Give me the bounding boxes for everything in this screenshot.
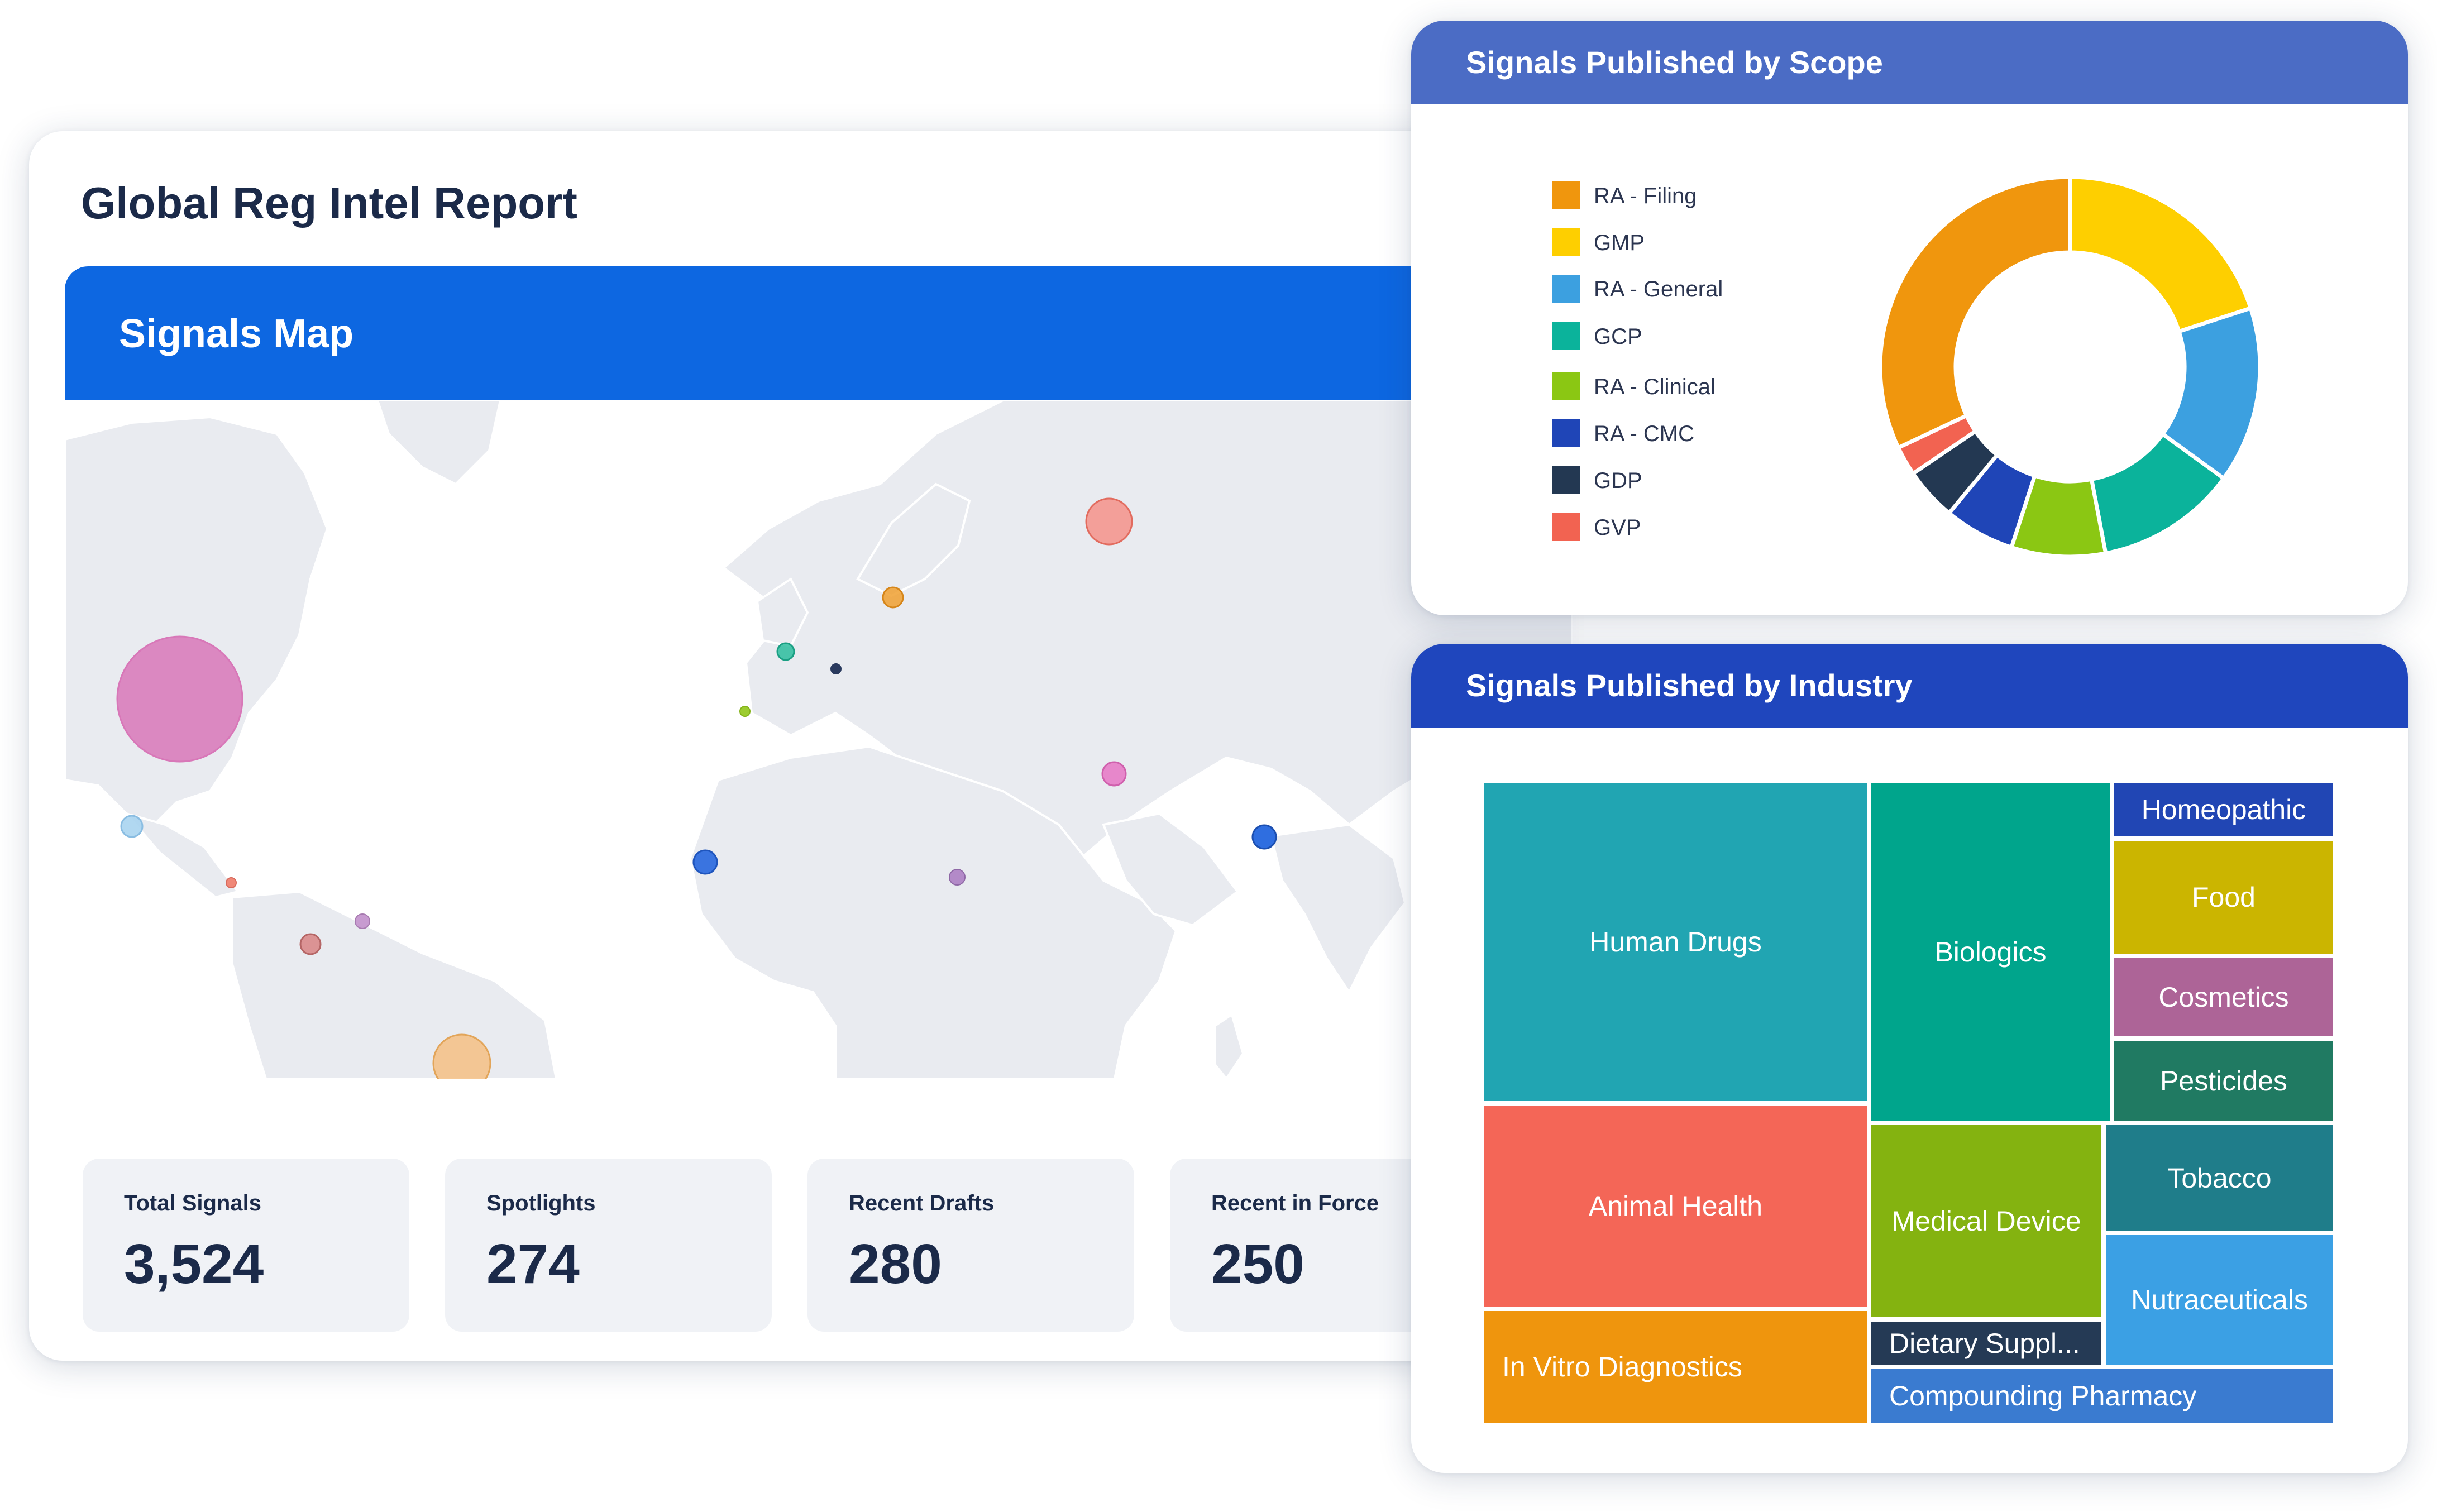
tile-label: Medical Device	[1891, 1205, 2081, 1237]
tile-compounding-pharmacy[interactable]: Compounding Pharmacy	[1869, 1367, 2335, 1425]
legend-swatch	[1552, 181, 1580, 209]
stat-label: Spotlights	[486, 1191, 596, 1216]
signals-map-panel: Signals Map	[65, 266, 1573, 1079]
legend-swatch	[1552, 419, 1580, 447]
tile-label: Compounding Pharmacy	[1889, 1380, 2197, 1411]
tile-label: Nutraceuticals	[2131, 1284, 2308, 1315]
tile-label: Pesticides	[2160, 1065, 2287, 1097]
map-marker-india[interactable]	[1251, 824, 1277, 850]
map-marker-poland[interactable]	[882, 586, 904, 609]
scope-card-title: Signals Published by Scope	[1466, 45, 1883, 80]
legend-label: RA - Clinical	[1594, 375, 1716, 399]
legend-swatch	[1552, 322, 1580, 350]
stat-label: Recent Drafts	[849, 1191, 995, 1216]
map-marker-central-africa[interactable]	[949, 869, 966, 886]
tile-label: In Vitro Diagnostics	[1502, 1351, 1742, 1382]
world-map[interactable]	[65, 400, 1573, 1079]
tile-label: Animal Health	[1588, 1190, 1763, 1222]
tile-cosmetics[interactable]: Cosmetics	[2112, 956, 2335, 1039]
stat-label: Recent in Force	[1211, 1191, 1379, 1216]
legend-label: GDP	[1594, 468, 1642, 493]
tile-food[interactable]: Food	[2112, 839, 2335, 956]
scope-donut-chart[interactable]	[1869, 166, 2271, 568]
stat-value: 274	[486, 1233, 580, 1295]
legend-swatch	[1552, 228, 1580, 256]
stat-value: 3,524	[124, 1233, 264, 1295]
tile-in-vitro-diagnostics[interactable]: In Vitro Diagnostics	[1482, 1309, 1869, 1425]
legend-swatch	[1552, 275, 1580, 303]
stat-total-signals[interactable]: Total Signals 3,524	[83, 1159, 409, 1332]
stat-value: 280	[849, 1233, 942, 1295]
donut-slice-gmp[interactable]	[2068, 175, 2253, 334]
donut-slice-ra-filing[interactable]	[1878, 175, 2072, 451]
industry-card-header: Signals Published by Industry	[1411, 644, 2408, 728]
scope-card: Signals Published by Scope RA - Filing G…	[1411, 21, 2408, 615]
map-marker-mexico[interactable]	[120, 815, 144, 838]
legend-swatch	[1552, 372, 1580, 400]
map-marker-russia[interactable]	[1085, 497, 1133, 546]
map-marker-colombia[interactable]	[299, 933, 322, 955]
tile-label: Homeopathic	[2141, 794, 2306, 825]
map-marker-spain[interactable]	[739, 706, 751, 717]
tile-animal-health[interactable]: Animal Health	[1482, 1103, 1869, 1309]
stat-spotlights[interactable]: Spotlights 274	[445, 1159, 772, 1332]
tile-dietary-supplements[interactable]: Dietary Suppl...	[1869, 1319, 2104, 1367]
scope-card-header: Signals Published by Scope	[1411, 21, 2408, 104]
tile-biologics[interactable]: Biologics	[1869, 781, 2112, 1123]
tile-pesticides[interactable]: Pesticides	[2112, 1039, 2335, 1123]
tile-label: Human Drugs	[1589, 926, 1762, 958]
map-marker-central-america[interactable]	[226, 877, 237, 888]
tile-label: Biologics	[1934, 936, 2047, 968]
legend-label: RA - General	[1594, 277, 1723, 302]
stat-recent-drafts[interactable]: Recent Drafts 280	[807, 1159, 1134, 1332]
tile-human-drugs[interactable]: Human Drugs	[1482, 781, 1869, 1103]
industry-card: Signals Published by Industry Human Drug…	[1411, 644, 2408, 1473]
legend-label: GVP	[1594, 515, 1641, 540]
signals-map-header: Signals Map	[65, 266, 1573, 400]
map-marker-north-america[interactable]	[116, 635, 243, 763]
legend-label: RA - CMC	[1594, 422, 1694, 446]
map-marker-france[interactable]	[776, 642, 795, 661]
map-marker-italy[interactable]	[830, 663, 842, 674]
tile-nutraceuticals[interactable]: Nutraceuticals	[2104, 1233, 2335, 1367]
legend-label: RA - Filing	[1594, 184, 1697, 208]
tile-homeopathic[interactable]: Homeopathic	[2112, 781, 2335, 839]
tile-label: Tobacco	[2167, 1162, 2272, 1194]
map-marker-iran[interactable]	[1101, 761, 1127, 787]
stat-value: 250	[1211, 1233, 1304, 1295]
map-marker-west-africa[interactable]	[692, 849, 718, 875]
signals-map-title: Signals Map	[119, 312, 354, 356]
tile-label: Dietary Suppl...	[1889, 1327, 2080, 1359]
page-title: Global Reg Intel Report	[81, 178, 577, 228]
stat-label: Total Signals	[124, 1191, 261, 1216]
industry-card-title: Signals Published by Industry	[1466, 668, 1913, 703]
legend-swatch	[1552, 466, 1580, 494]
legend-label: GCP	[1594, 324, 1642, 349]
legend-label: GMP	[1594, 231, 1645, 255]
tile-medical-device[interactable]: Medical Device	[1869, 1123, 2104, 1319]
tile-tobacco[interactable]: Tobacco	[2104, 1123, 2335, 1233]
map-marker-venezuela[interactable]	[355, 913, 370, 929]
tile-label: Food	[2192, 882, 2256, 913]
tile-label: Cosmetics	[2158, 982, 2289, 1013]
legend-swatch	[1552, 513, 1580, 541]
